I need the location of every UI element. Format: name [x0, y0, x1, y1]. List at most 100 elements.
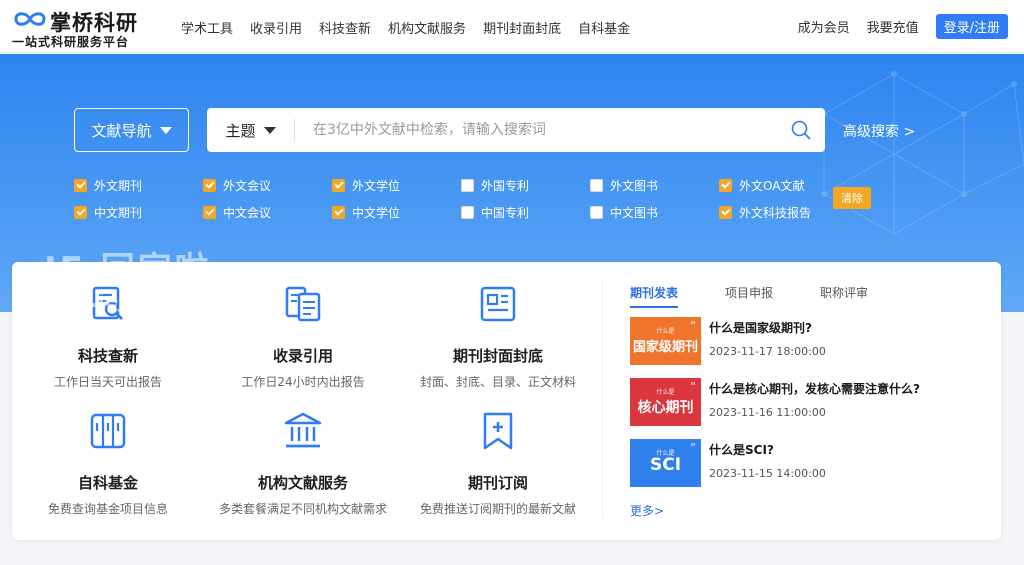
filter-label: 中国专利 — [481, 206, 530, 220]
user-nav: 成为会员 我要充值 登录/注册 — [798, 14, 1008, 39]
checkbox-checked[interactable] — [203, 206, 216, 219]
become-member-link[interactable]: 成为会员 — [798, 17, 850, 36]
news-title[interactable]: 什么是核心期刊，发核心需要注意什么? — [709, 380, 920, 397]
service-science-fund[interactable]: 自科基金 免费查询基金项目信息 — [18, 411, 198, 517]
service-citation[interactable]: 收录引用 工作日24小时内出报告 — [213, 284, 393, 390]
filter-foreign-journal[interactable]: 外文期刊 — [74, 177, 142, 194]
main-nav: 学术工具 收录引用 科技查新 机构文献服务 期刊封面封底 自科基金 — [181, 18, 647, 37]
more-link[interactable]: 更多> — [630, 502, 664, 519]
service-title: 期刊订阅 — [467, 474, 528, 492]
filter-label: 外国专利 — [481, 179, 530, 193]
journal-cover-icon — [480, 286, 516, 322]
document-copy-icon — [285, 286, 321, 322]
thumbnail-title: SCI — [649, 455, 682, 475]
filter-row-foreign: 外文期刊 外文会议 外文学位 外国专利 外文图书 外文OA文献 — [74, 177, 834, 197]
nav-novelty-search[interactable]: 科技查新 — [319, 18, 371, 37]
logo[interactable]: 掌桥科研 一站式科研服务平台 — [12, 5, 152, 49]
news-item[interactable]: " 什么是 核心期刊 什么是核心期刊，发核心需要注意什么? 2023-11-16… — [630, 378, 990, 426]
recharge-link[interactable]: 我要充值 — [867, 17, 919, 36]
filter-label: 中文图书 — [610, 206, 659, 220]
clear-filters-button[interactable]: 清除 — [833, 187, 871, 209]
filter-chinese-book[interactable]: 中文图书 — [590, 204, 658, 221]
thumbnail-title: 核心期刊 — [637, 400, 694, 416]
news-title[interactable]: 什么是SCI? — [709, 441, 774, 458]
news-thumbnail: " 什么是 核心期刊 — [630, 378, 701, 426]
nav-citation[interactable]: 收录引用 — [250, 18, 302, 37]
filter-foreign-thesis[interactable]: 外文学位 — [332, 177, 400, 194]
service-description: 多类套餐满足不同机构文献需求 — [218, 502, 387, 516]
service-journal-subscription[interactable]: 期刊订阅 免费推送订阅期刊的最新文献 — [408, 411, 588, 517]
tab-project-application[interactable]: 项目申报 — [725, 284, 773, 308]
logo-slogan: 一站式科研服务平台 — [12, 35, 130, 49]
filter-label: 中文学位 — [352, 206, 401, 220]
filter-label: 外文科技报告 — [739, 206, 812, 220]
tab-title-evaluation[interactable]: 职称评审 — [820, 284, 868, 308]
service-description: 免费查询基金项目信息 — [47, 502, 168, 516]
fund-books-icon — [90, 413, 126, 449]
checkbox-checked[interactable] — [719, 206, 732, 219]
checkbox-checked[interactable] — [719, 179, 732, 192]
filter-foreign-book[interactable]: 外文图书 — [590, 177, 658, 194]
service-journal-cover[interactable]: 期刊封面封底 封面、封底、目录、正文材料 — [408, 284, 588, 390]
login-register-button[interactable]: 登录/注册 — [935, 14, 1008, 39]
search-icon — [791, 120, 811, 140]
filter-chinese-conference[interactable]: 中文会议 — [203, 204, 271, 221]
filter-chinese-thesis[interactable]: 中文学位 — [332, 204, 400, 221]
bookmark-plus-icon — [483, 412, 513, 450]
news-item[interactable]: " 什么是 国家级期刊 什么是国家级期刊? 2023-11-17 18:00:0… — [630, 317, 990, 365]
search-field-dropdown[interactable]: 主题 — [207, 119, 295, 141]
checkbox-unchecked[interactable] — [461, 206, 474, 219]
nav-institution-service[interactable]: 机构文献服务 — [388, 18, 466, 37]
search-input[interactable] — [295, 122, 777, 138]
checkbox-checked[interactable] — [332, 179, 345, 192]
checkbox-unchecked[interactable] — [590, 179, 603, 192]
search-button[interactable] — [777, 119, 825, 141]
news-time: 2023-11-16 11:00:00 — [709, 406, 826, 419]
filter-label: 外文期刊 — [94, 179, 143, 193]
checkbox-checked[interactable] — [332, 206, 345, 219]
filter-label: 中文会议 — [223, 206, 272, 220]
thumbnail-title: 国家级期刊 — [632, 340, 698, 355]
tab-journal-publishing[interactable]: 期刊发表 — [630, 284, 679, 308]
nav-academic-tools[interactable]: 学术工具 — [181, 18, 233, 37]
filter-foreign-conference[interactable]: 外文会议 — [203, 177, 271, 194]
service-description: 封面、封底、目录、正文材料 — [419, 375, 576, 389]
filter-foreign-tech-report[interactable]: 外文科技报告 — [719, 204, 811, 221]
service-title: 自科基金 — [77, 474, 138, 492]
search-field-label: 主题 — [225, 121, 256, 140]
thumbnail-caption: 什么是 — [656, 328, 675, 335]
news-thumbnail: " 什么是 SCI — [630, 439, 701, 487]
nav-science-fund[interactable]: 自科基金 — [578, 18, 630, 37]
filter-foreign-patent[interactable]: 外国专利 — [461, 177, 529, 194]
checkbox-checked[interactable] — [74, 179, 87, 192]
service-title: 机构文献服务 — [257, 474, 348, 492]
news-title[interactable]: 什么是国家级期刊? — [709, 319, 812, 336]
caret-down-icon — [263, 126, 276, 134]
search-bar: 主题 — [207, 108, 825, 152]
filter-label: 外文学位 — [352, 179, 401, 193]
news-item[interactable]: " 什么是 SCI 什么是SCI? 2023-11-15 14:00:00 — [630, 439, 990, 487]
vertical-divider — [602, 280, 603, 518]
logo-infinity-icon — [14, 12, 46, 26]
service-title: 科技查新 — [77, 347, 138, 365]
service-description: 免费推送订阅期刊的最新文献 — [419, 502, 576, 516]
filter-chinese-journal[interactable]: 中文期刊 — [74, 204, 142, 221]
checkbox-unchecked[interactable] — [461, 179, 474, 192]
news-tabs: 期刊发表 项目申报 职称评审 — [630, 284, 915, 308]
filter-chinese-patent[interactable]: 中国专利 — [461, 204, 529, 221]
checkbox-checked[interactable] — [203, 179, 216, 192]
advanced-search-link[interactable]: 高级搜索 > — [843, 121, 915, 141]
filter-row-chinese: 中文期刊 中文会议 中文学位 中国专利 中文图书 外文科技报告 — [74, 204, 834, 224]
checkbox-checked[interactable] — [74, 206, 87, 219]
watermark-logo-text: IE 回家啦 — [44, 250, 212, 290]
nav-journal-cover[interactable]: 期刊封面封底 — [483, 18, 561, 37]
watermark-url: www.iejiala.com — [36, 288, 220, 312]
news-thumbnail: " 什么是 国家级期刊 — [630, 317, 701, 365]
service-institution[interactable]: 机构文献服务 多类套餐满足不同机构文献需求 — [213, 411, 393, 517]
checkbox-unchecked[interactable] — [590, 206, 603, 219]
service-description: 工作日24小时内出报告 — [241, 375, 365, 389]
document-navigation-button[interactable]: 文献导航 — [74, 108, 189, 152]
filter-foreign-oa[interactable]: 外文OA文献 — [719, 177, 804, 194]
top-header: 掌桥科研 一站式科研服务平台 学术工具 收录引用 科技查新 机构文献服务 期刊封… — [0, 0, 1024, 53]
filter-label: 外文OA文献 — [739, 179, 805, 193]
